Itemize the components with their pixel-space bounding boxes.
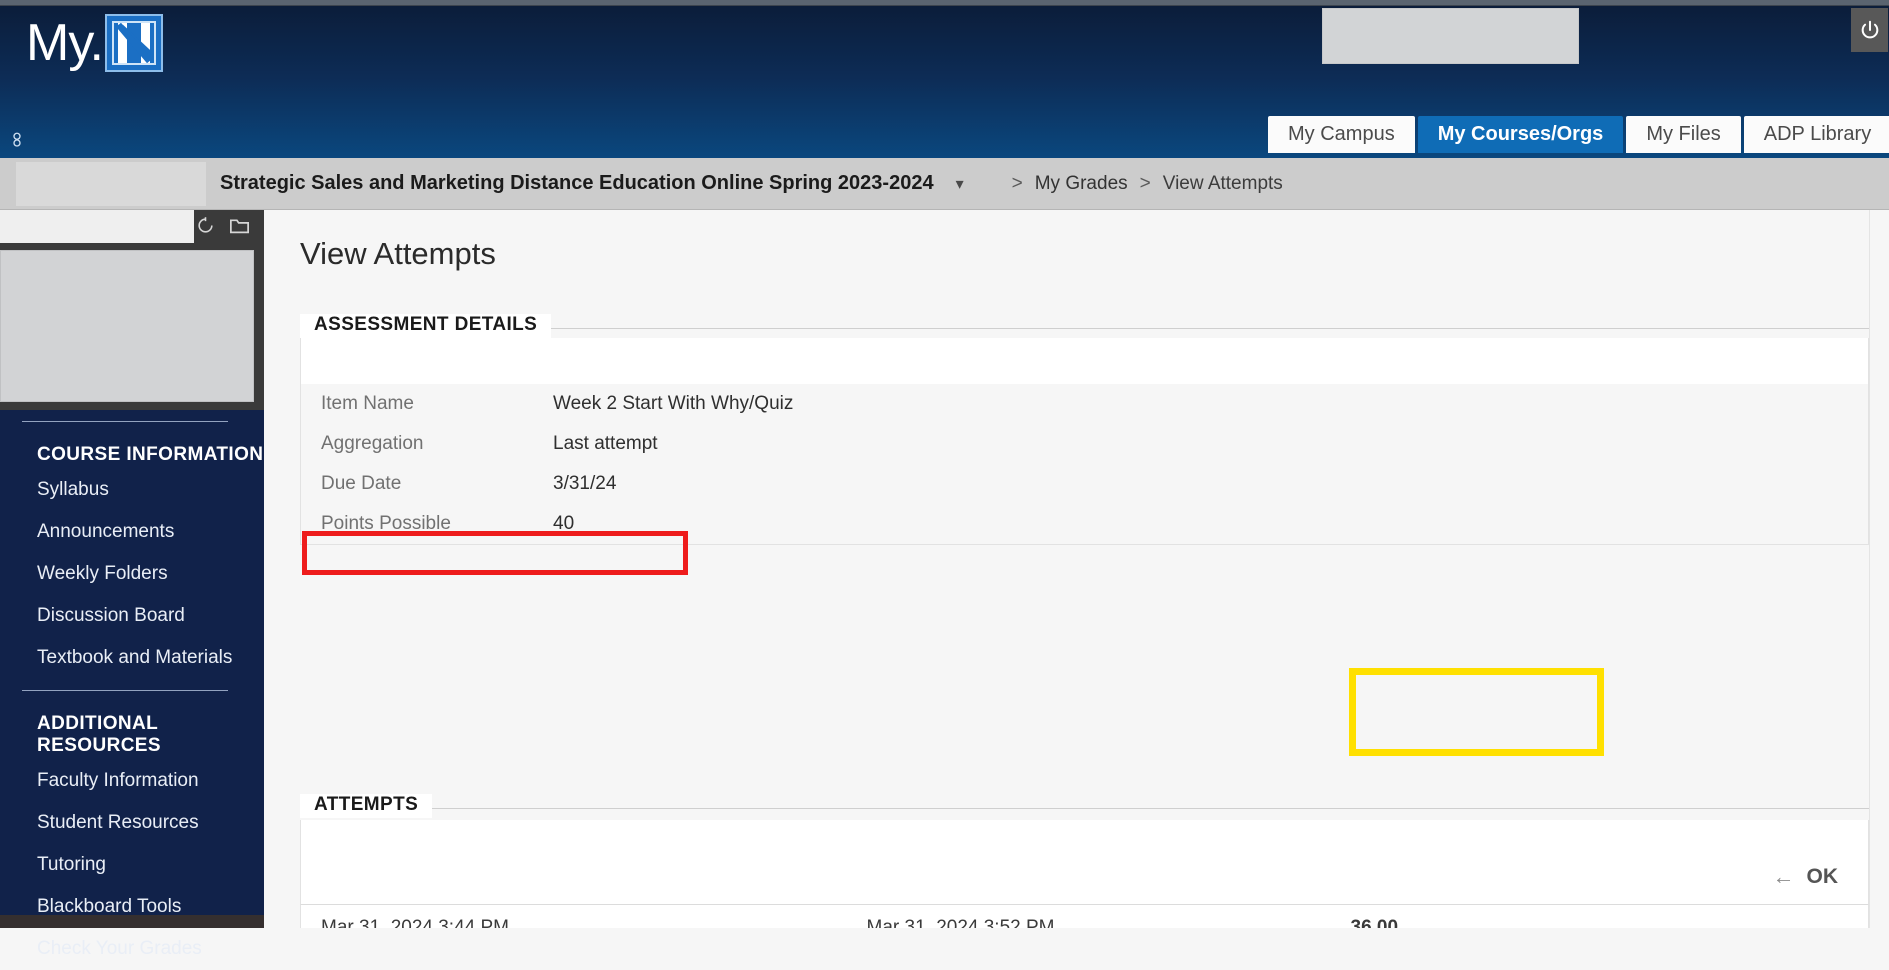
- primary-tab-bar: My Campus My Courses/Orgs My Files ADP L…: [1268, 116, 1889, 153]
- refresh-icon[interactable]: [196, 216, 215, 240]
- power-icon[interactable]: [1851, 8, 1888, 52]
- brand-text: My.: [26, 14, 104, 72]
- course-title: Strategic Sales and Marketing Distance E…: [220, 172, 934, 194]
- ok-button[interactable]: ← OK: [1773, 864, 1839, 890]
- sidebar-item-discussion-board[interactable]: Discussion Board: [0, 595, 264, 637]
- sidebar-item-check-your-grades[interactable]: Check Your Grades: [0, 928, 264, 970]
- sidebar-item-faculty-information[interactable]: Faculty Information: [0, 760, 264, 802]
- sidebar-item-textbook-and-materials[interactable]: Textbook and Materials: [0, 637, 264, 679]
- table-row: Points Possible 40: [301, 504, 1868, 544]
- section-rule: [432, 808, 1869, 809]
- content-right-edge: [1869, 210, 1870, 928]
- sidebar-toolbar: [0, 210, 264, 245]
- page-title: View Attempts: [300, 236, 496, 271]
- detail-label-due-date: Due Date: [321, 473, 402, 494]
- breadcrumb-separator: >: [1011, 172, 1023, 194]
- table-row: Mar 31, 2024 3:44 PM Mar 31, 2024 3:52 P…: [301, 903, 1869, 929]
- breadcrumb-trail: > My Grades > View Attempts: [1012, 173, 1283, 195]
- table-row: Aggregation Last attempt: [301, 424, 1868, 464]
- sidebar-navigation: COURSE INFORMATION Syllabus Announcement…: [0, 410, 264, 970]
- table-row: Due Date 3/31/24: [301, 464, 1868, 504]
- cell-spacer: [1575, 903, 1869, 929]
- detail-label-item-name: Item Name: [321, 393, 414, 414]
- sidebar-group-course-information: COURSE INFORMATION: [37, 444, 264, 465]
- detail-value-points-possible: 40: [553, 513, 575, 534]
- assessment-details-table: Item Name Week 2 Start With Why/Quiz Agg…: [301, 384, 1868, 544]
- brand-mark-icon: [104, 14, 163, 72]
- chain-link-icon[interactable]: [8, 131, 28, 151]
- assessment-details-label: ASSESSMENT DETAILS: [300, 314, 552, 338]
- breadcrumb-link-my-grades[interactable]: My Grades: [1035, 173, 1128, 195]
- tab-my-courses-orgs[interactable]: My Courses/Orgs: [1417, 116, 1624, 153]
- breadcrumb-separator: >: [1139, 172, 1151, 194]
- cell-date-created: Mar 31, 2024 3:44 PM: [301, 903, 847, 928]
- breadcrumb: Strategic Sales and Marketing Distance E…: [0, 158, 1889, 210]
- assessment-details-body: Item Name Week 2 Start With Why/Quiz Agg…: [300, 338, 1869, 545]
- header-search-box[interactable]: [1322, 8, 1579, 64]
- cell-date-created-text: Mar 31, 2024 3:44 PM: [321, 917, 509, 928]
- back-arrow-icon: ←: [1772, 864, 1795, 889]
- course-sidebar: COURSE INFORMATION Syllabus Announcement…: [0, 210, 264, 959]
- detail-label-aggregation: Aggregation: [321, 433, 424, 454]
- brand-logo[interactable]: My.: [26, 14, 163, 72]
- main-content: View Attempts ASSESSMENT DETAILS Item Na…: [264, 210, 1889, 928]
- assessment-details-module: ASSESSMENT DETAILS Item Name Week 2 Star…: [300, 308, 1869, 545]
- content-footer: ← OK: [300, 850, 1869, 905]
- sidebar-item-tutoring[interactable]: Tutoring: [0, 844, 264, 886]
- attempts-label: ATTEMPTS: [300, 794, 433, 818]
- course-thumbnail: [16, 161, 206, 206]
- cell-date-submitted: Mar 31, 2024 3:52 PM: [866, 917, 1055, 928]
- detail-value-item-name: Week 2 Start With Why/Quiz: [553, 393, 794, 414]
- tab-adp-library[interactable]: ADP Library: [1743, 116, 1889, 153]
- tab-my-campus[interactable]: My Campus: [1268, 116, 1415, 153]
- detail-value-due-date: 3/31/24: [553, 473, 617, 494]
- section-rule: [551, 328, 1869, 329]
- cell-calculated-grade[interactable]: 36.00: [1331, 903, 1575, 928]
- sidebar-footer-strip: [0, 915, 264, 928]
- sidebar-item-announcements[interactable]: Announcements: [0, 511, 264, 553]
- assessment-details-header: ASSESSMENT DETAILS: [300, 308, 1869, 338]
- sidebar-course-menu-panel: [0, 245, 264, 410]
- folder-icon[interactable]: [229, 216, 250, 240]
- attempts-header: ATTEMPTS: [300, 788, 1869, 818]
- sidebar-panel-placeholder: [0, 250, 254, 402]
- ok-button-label: OK: [1806, 865, 1839, 888]
- breadcrumb-current: View Attempts: [1162, 172, 1283, 194]
- sidebar-search-stub[interactable]: [0, 210, 194, 243]
- chevron-down-icon[interactable]: ▾: [956, 174, 964, 194]
- detail-value-aggregation: Last attempt: [553, 433, 658, 454]
- brand-diagonal-icon: [116, 23, 152, 63]
- sidebar-group-additional-resources: ADDITIONAL RESOURCES: [37, 713, 161, 756]
- table-row: Item Name Week 2 Start With Why/Quiz: [301, 384, 1868, 424]
- tab-my-files[interactable]: My Files: [1626, 116, 1741, 153]
- sidebar-item-weekly-folders[interactable]: Weekly Folders: [0, 553, 264, 595]
- detail-label-points-possible: Points Possible: [321, 513, 451, 534]
- sidebar-item-syllabus[interactable]: Syllabus: [0, 469, 264, 511]
- sidebar-item-student-resources[interactable]: Student Resources: [0, 802, 264, 844]
